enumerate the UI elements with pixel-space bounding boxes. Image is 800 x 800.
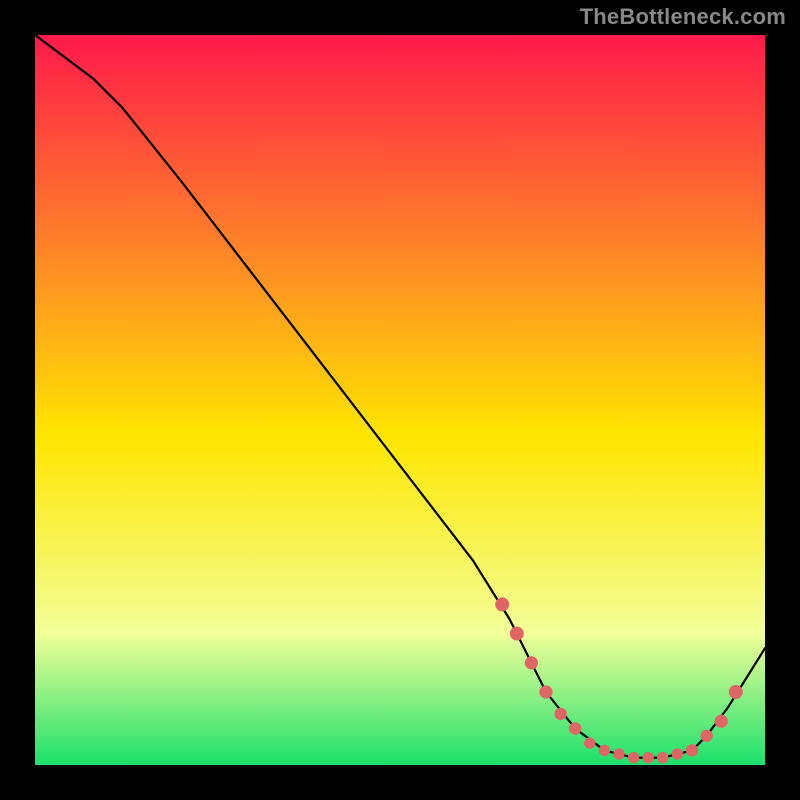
marker-dot [495,597,509,611]
marker-dot [657,752,668,763]
marker-dot [554,708,566,720]
marker-dot [715,715,728,728]
marker-dot [700,730,712,742]
marker-dot [510,627,524,641]
chart-frame: TheBottleneck.com [0,0,800,800]
plot-area [35,35,765,765]
watermark-text: TheBottleneck.com [580,4,786,30]
marker-dot [643,752,654,763]
gradient-background [35,35,765,765]
marker-dot [539,685,552,698]
marker-dot [628,752,639,763]
marker-dot [613,748,624,759]
marker-dot [569,722,581,734]
marker-dot [525,656,538,669]
marker-dot [599,745,610,756]
marker-dot [584,737,595,748]
marker-dot [672,748,683,759]
marker-dot [686,744,698,756]
chart-svg [35,35,765,765]
marker-dot [729,685,743,699]
